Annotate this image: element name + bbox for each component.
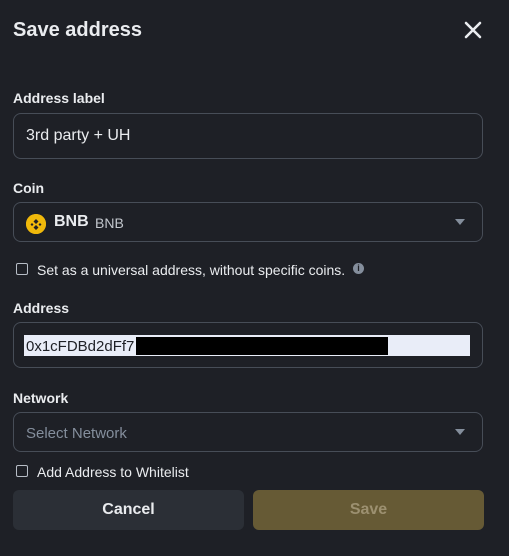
cancel-button[interactable]: Cancel — [13, 490, 244, 530]
redaction-bar — [136, 337, 388, 355]
dialog-title: Save address — [13, 19, 142, 41]
address-input[interactable]: 0x1cFDBd2dFf7 — [13, 322, 483, 368]
network-placeholder: Select Network — [26, 425, 127, 442]
network-select[interactable]: Select Network — [13, 412, 483, 452]
info-icon[interactable]: i — [353, 263, 364, 274]
save-address-dialog: Save address Address label 3rd party + U… — [0, 0, 509, 556]
coin-select[interactable]: BNB BNB — [13, 202, 483, 242]
save-button[interactable]: Save — [253, 490, 484, 530]
address-label-title: Address label — [13, 90, 105, 106]
whitelist-label: Add Address to Whitelist — [37, 464, 189, 480]
coin-label: Coin — [13, 180, 45, 196]
universal-address-label: Set as a universal address, without spec… — [37, 262, 346, 278]
network-label: Network — [13, 390, 69, 406]
chevron-down-icon — [455, 429, 465, 435]
bnb-coin-icon — [26, 214, 46, 234]
close-icon[interactable] — [461, 18, 485, 42]
address-label-value: 3rd party + UH — [26, 127, 131, 144]
coin-symbol: BNB — [54, 213, 89, 230]
coin-name: BNB — [95, 215, 124, 231]
address-value: 0x1cFDBd2dFf7 — [26, 338, 135, 355]
chevron-down-icon — [455, 219, 465, 225]
address-title: Address — [13, 300, 70, 316]
whitelist-checkbox[interactable] — [16, 465, 28, 477]
universal-address-checkbox[interactable] — [16, 263, 28, 275]
address-label-input[interactable]: 3rd party + UH — [13, 113, 483, 159]
